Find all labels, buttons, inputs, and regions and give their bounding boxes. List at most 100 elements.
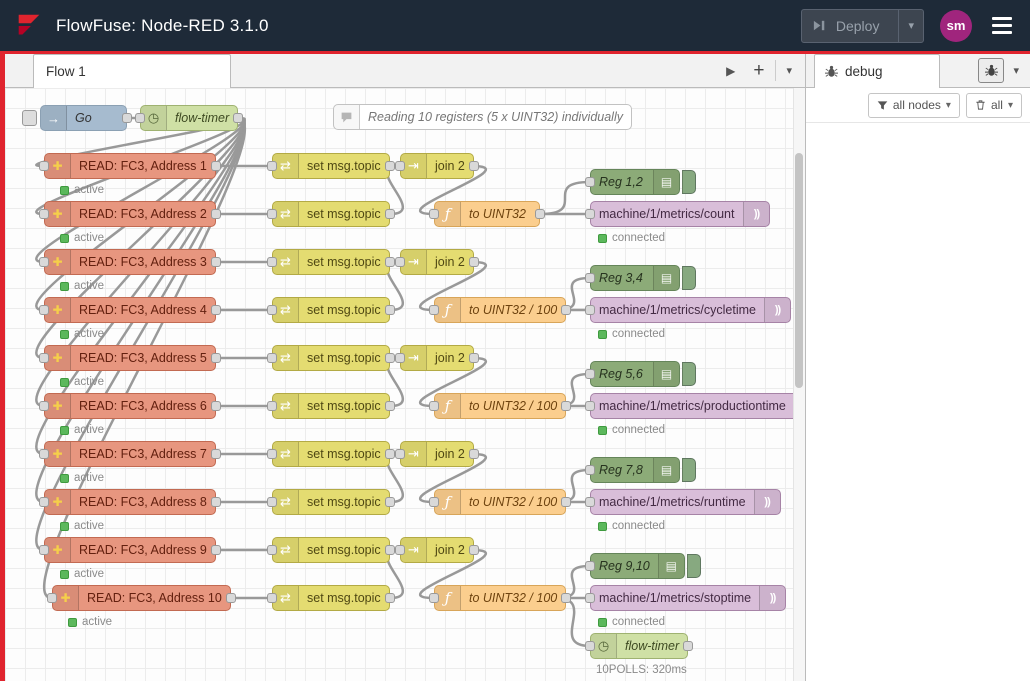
tab-flow-1[interactable]: Flow 1 [33,54,231,88]
node-d2[interactable]: Reg 3,4▤ [590,265,696,291]
node-r5[interactable]: ✚READ: FC3, Address 5 [44,345,210,371]
input-port[interactable] [267,449,277,459]
node-f5[interactable]: ƒto UINT32 / 100 [434,585,556,611]
debug-toggle-button[interactable] [682,266,696,290]
output-port[interactable] [385,593,395,603]
input-port[interactable] [267,209,277,219]
input-port[interactable] [267,353,277,363]
node-c6[interactable]: ⇄set msg.topic [272,393,390,419]
input-port[interactable] [429,209,439,219]
node-j4[interactable]: ⇥join 2 [400,441,472,467]
debug-pane-button[interactable] [978,58,1004,83]
node-r10[interactable]: ✚READ: FC3, Address 10 [52,585,222,611]
output-port[interactable] [211,401,221,411]
add-flow-button[interactable]: + [746,60,771,82]
sidebar-options-caret[interactable]: ▾ [1007,60,1025,81]
node-r2[interactable]: ✚READ: FC3, Address 2 [44,201,210,227]
input-port[interactable] [395,161,405,171]
output-port[interactable] [561,401,571,411]
output-port[interactable] [385,545,395,555]
output-port[interactable] [535,209,545,219]
debug-clear-button[interactable]: all ▾ [966,93,1022,118]
tab-debug[interactable]: debug [814,54,940,88]
input-port[interactable] [267,545,277,555]
node-j3[interactable]: ⇥join 2 [400,345,472,371]
input-port[interactable] [39,497,49,507]
node-d3[interactable]: Reg 5,6▤ [590,361,696,387]
input-port[interactable] [39,161,49,171]
node-r6[interactable]: ✚READ: FC3, Address 6 [44,393,210,419]
output-port[interactable] [469,353,479,363]
input-port[interactable] [395,353,405,363]
node-j5[interactable]: ⇥join 2 [400,537,472,563]
input-port[interactable] [585,593,595,603]
node-f2[interactable]: ƒto UINT32 / 100 [434,297,556,323]
deploy-button[interactable]: Deploy ▾ [801,9,924,43]
input-port[interactable] [429,401,439,411]
output-port[interactable] [211,497,221,507]
node-r3[interactable]: ✚READ: FC3, Address 3 [44,249,210,275]
output-port[interactable] [469,257,479,267]
output-port[interactable] [385,497,395,507]
node-r9[interactable]: ✚READ: FC3, Address 9 [44,537,210,563]
debug-toggle-button[interactable] [682,458,696,482]
input-port[interactable] [585,641,595,651]
output-port[interactable] [385,353,395,363]
input-port[interactable] [267,593,277,603]
node-m5[interactable]: machine/1/metrics/stoptime)) [590,585,778,611]
output-port[interactable] [211,545,221,555]
output-port[interactable] [469,545,479,555]
debug-toggle-button[interactable] [682,362,696,386]
input-port[interactable] [585,401,595,411]
input-port[interactable] [395,545,405,555]
input-port[interactable] [395,257,405,267]
input-port[interactable] [39,305,49,315]
output-port[interactable] [683,641,693,651]
debug-messages-panel[interactable] [806,123,1030,681]
input-port[interactable] [585,305,595,315]
node-c2[interactable]: ⇄set msg.topic [272,201,390,227]
output-port[interactable] [211,305,221,315]
output-port[interactable] [561,305,571,315]
output-port[interactable] [226,593,236,603]
input-port[interactable] [47,593,57,603]
input-port[interactable] [267,497,277,507]
input-port[interactable] [267,161,277,171]
input-port[interactable] [39,209,49,219]
output-port[interactable] [469,161,479,171]
node-c8[interactable]: ⇄set msg.topic [272,489,390,515]
flow-list-caret[interactable]: ▾ [775,60,799,81]
output-port[interactable] [385,449,395,459]
output-port[interactable] [211,449,221,459]
output-port[interactable] [561,593,571,603]
output-port[interactable] [385,401,395,411]
node-r4[interactable]: ✚READ: FC3, Address 4 [44,297,210,323]
input-port[interactable] [39,449,49,459]
node-r8[interactable]: ✚READ: FC3, Address 8 [44,489,210,515]
node-r1[interactable]: ✚READ: FC3, Address 1 [44,153,210,179]
node-m3[interactable]: machine/1/metrics/productiontime)) [590,393,792,419]
node-c5[interactable]: ⇄set msg.topic [272,345,390,371]
output-port[interactable] [469,449,479,459]
node-d5[interactable]: Reg 9,10▤ [590,553,696,579]
input-port[interactable] [39,257,49,267]
input-port[interactable] [429,305,439,315]
input-port[interactable] [395,449,405,459]
input-port[interactable] [267,257,277,267]
user-avatar[interactable]: sm [940,10,972,42]
output-port[interactable] [233,113,243,123]
node-c4[interactable]: ⇄set msg.topic [272,297,390,323]
node-j1[interactable]: ⇥join 2 [400,153,472,179]
input-port[interactable] [39,401,49,411]
node-c10[interactable]: ⇄set msg.topic [272,585,390,611]
node-c3[interactable]: ⇄set msg.topic [272,249,390,275]
input-port[interactable] [135,113,145,123]
chevron-icon[interactable]: ▶ [719,60,742,82]
debug-toggle-button[interactable] [682,170,696,194]
input-port[interactable] [585,209,595,219]
node-inject[interactable]: →Go [22,105,127,131]
output-port[interactable] [211,353,221,363]
input-port[interactable] [585,177,595,187]
inject-trigger-button[interactable] [22,110,37,126]
output-port[interactable] [211,161,221,171]
